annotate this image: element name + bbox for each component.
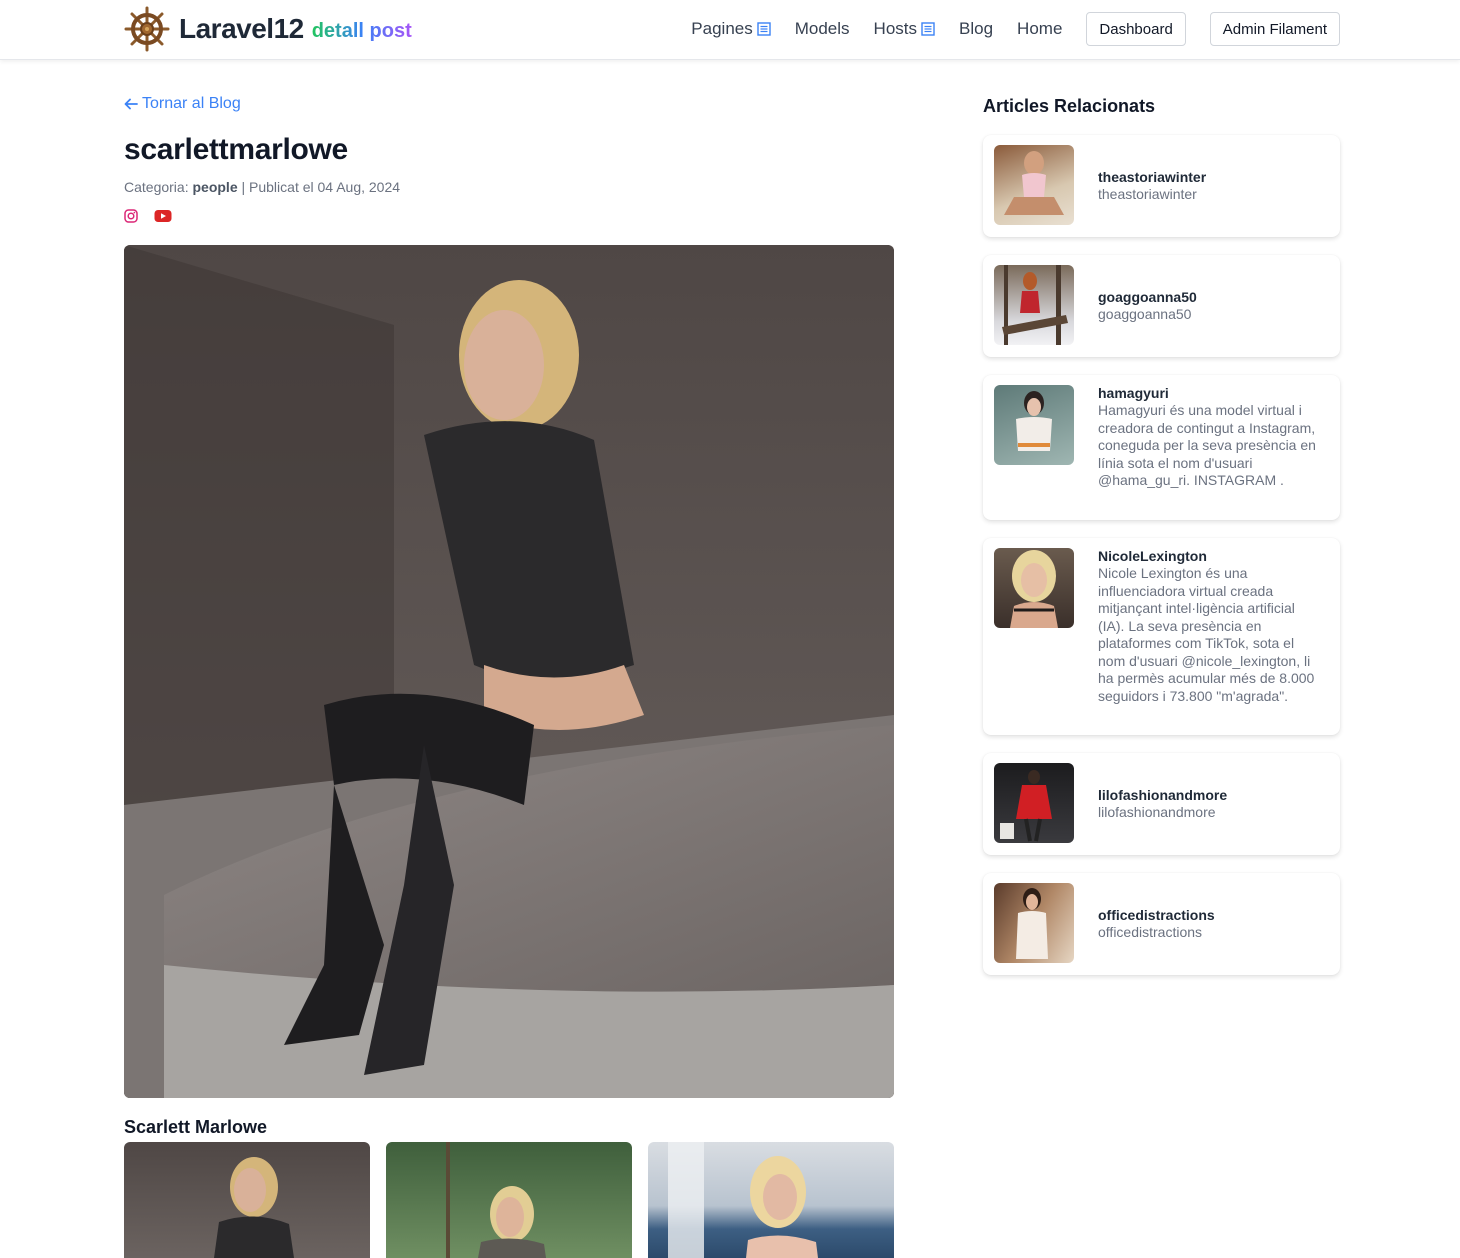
- related-article-desc: lilofashionandmore: [1098, 804, 1216, 820]
- gallery-thumb[interactable]: [386, 1142, 632, 1258]
- post-meta: Categoria: people | Publicat el 04 Aug, …: [124, 179, 400, 195]
- main-nav: Pagines Models Hosts Blog Home Dashboard…: [667, 12, 1340, 46]
- dashboard-button[interactable]: Dashboard: [1086, 12, 1186, 46]
- published-date: | Publicat el 04 Aug, 2024: [241, 179, 401, 195]
- photo-placeholder: [1002, 265, 1068, 345]
- youtube-icon[interactable]: [154, 209, 172, 223]
- related-article-card[interactable]: hamagyuri Hamagyuri és una model virtual…: [983, 375, 1340, 520]
- related-article-thumbnail: [994, 883, 1074, 963]
- nav-hosts-label: Hosts: [873, 19, 918, 38]
- gallery-title: Scarlett Marlowe: [124, 1117, 268, 1137]
- brand-subtitle: detall post: [311, 19, 412, 42]
- related-article-desc: Hamagyuri és una model virtual i creador…: [1098, 402, 1316, 488]
- photo-placeholder: [1016, 391, 1052, 451]
- gallery-thumb[interactable]: [124, 1142, 370, 1258]
- instagram-icon[interactable]: [124, 209, 138, 223]
- photo-placeholder: [1016, 888, 1048, 959]
- category-prefix: Categoria:: [124, 179, 189, 195]
- related-article-thumbnail: [994, 145, 1074, 225]
- related-article-desc: Nicole Lexington és una influenciadora v…: [1098, 565, 1315, 704]
- admin-filament-button[interactable]: Admin Filament: [1209, 12, 1340, 46]
- photo-placeholder: [1000, 770, 1052, 842]
- related-articles-title: Articles Relacionats: [983, 96, 1156, 116]
- arrow-left-icon: [124, 98, 138, 110]
- photo-placeholder: [446, 1142, 546, 1258]
- nav-home[interactable]: Home: [1017, 19, 1062, 39]
- related-article-card[interactable]: NicoleLexington Nicole Lexington és una …: [983, 538, 1340, 735]
- related-article-thumbnail: [994, 385, 1074, 465]
- ship-wheel-icon: [124, 6, 170, 52]
- related-article-title: goaggoanna50: [1098, 289, 1197, 305]
- related-article-title: officedistractions: [1098, 907, 1215, 923]
- back-to-blog-link[interactable]: Tornar al Blog: [124, 95, 241, 113]
- post-title: scarlettmarlowe: [124, 133, 348, 166]
- related-article-title: theastoriawinter: [1098, 169, 1207, 185]
- related-article-title: NicoleLexington: [1098, 548, 1207, 564]
- brand-name: Laravel12: [179, 13, 304, 44]
- photo-placeholder: [214, 1157, 294, 1258]
- nav-blog[interactable]: Blog: [959, 19, 993, 39]
- nav-pagines[interactable]: Pagines: [691, 19, 771, 39]
- related-article-title: lilofashionandmore: [1098, 787, 1228, 803]
- photo-placeholder: [1004, 151, 1064, 215]
- post-main-image: [124, 245, 894, 1098]
- related-article-card[interactable]: officedistractions officedistractions: [983, 873, 1340, 975]
- related-article-desc: theastoriawinter: [1098, 186, 1197, 202]
- related-article-thumbnail: [994, 265, 1074, 345]
- category-value[interactable]: people: [192, 179, 237, 195]
- nav-pagines-label: Pagines: [691, 19, 753, 38]
- related-article-thumbnail: [994, 763, 1074, 843]
- photo-placeholder: [668, 1142, 818, 1258]
- gallery-thumb[interactable]: [648, 1142, 894, 1258]
- social-links: [124, 209, 172, 223]
- photo-placeholder: [1010, 550, 1058, 628]
- back-label: Tornar al Blog: [142, 95, 241, 112]
- related-article-title: hamagyuri: [1098, 385, 1169, 401]
- related-article-card[interactable]: lilofashionandmore lilofashionandmore: [983, 753, 1340, 855]
- list-icon: [757, 22, 771, 36]
- list-icon: [921, 22, 935, 36]
- photo-placeholder: [124, 245, 894, 1098]
- top-navbar: Laravel12 detall post Pagines Models Hos…: [0, 0, 1460, 60]
- nav-models[interactable]: Models: [795, 19, 850, 39]
- related-article-card[interactable]: theastoriawinter theastoriawinter: [983, 135, 1340, 237]
- nav-hosts[interactable]: Hosts: [874, 19, 935, 39]
- related-article-thumbnail: [994, 548, 1074, 628]
- related-article-desc: goaggoanna50: [1098, 306, 1192, 322]
- related-article-desc: officedistractions: [1098, 924, 1203, 940]
- brand[interactable]: Laravel12 detall post: [124, 6, 412, 52]
- related-article-card[interactable]: goaggoanna50 goaggoanna50: [983, 255, 1340, 357]
